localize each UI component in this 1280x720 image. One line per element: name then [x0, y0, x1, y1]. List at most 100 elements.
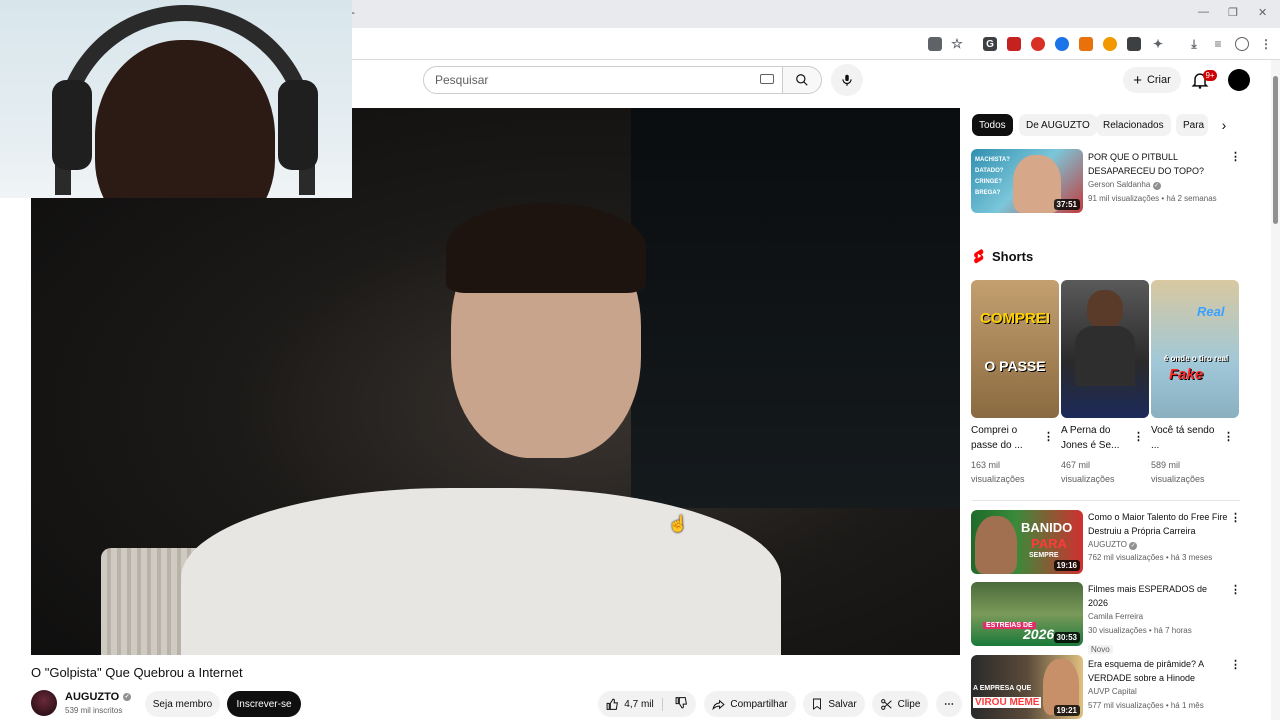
short-thumbnail[interactable]: Real é onde o tiro real Fake [1151, 280, 1239, 418]
profile-icon[interactable] [1235, 37, 1249, 51]
chip-for-you[interactable]: Para [1176, 114, 1208, 136]
extension-circle-icon[interactable] [1031, 37, 1045, 51]
share-icon [712, 699, 726, 710]
scissors-icon [880, 698, 892, 710]
thumb-person [1087, 290, 1123, 330]
headphone-cup-left [52, 80, 92, 170]
short-title[interactable]: Você tá sendo ... [1151, 423, 1221, 453]
channel-avatar[interactable] [31, 690, 57, 716]
extension-orange-icon[interactable] [1079, 37, 1093, 51]
short-title[interactable]: Comprei o passe do ... [971, 423, 1041, 453]
video-menu-icon[interactable]: ⋮ [1230, 583, 1241, 596]
chip-from-channel[interactable]: De AUGUZTO [1019, 114, 1097, 136]
video-background-window [631, 108, 960, 508]
thumb-text: PARA [1031, 536, 1067, 551]
section-divider [972, 500, 1240, 501]
video-duration: 37:51 [1053, 199, 1080, 210]
video-channel[interactable]: Camila Ferreira [1088, 610, 1228, 623]
save-label: Salvar [828, 698, 857, 710]
short-menu-icon[interactable]: ⋮ [1133, 430, 1144, 443]
webcam-overlay [0, 0, 352, 198]
more-actions-button[interactable]: ⋯ [936, 691, 962, 717]
mic-icon [842, 74, 852, 86]
video-channel[interactable]: AUGUZTO ✓ [1088, 538, 1228, 551]
short-thumbnail[interactable]: COMPREI O PASSE [971, 280, 1059, 418]
short-views: 589 mil visualizações [1151, 460, 1205, 484]
short-menu-icon[interactable]: ⋮ [1223, 430, 1234, 443]
video-thumbnail[interactable]: BANIDO PARA SEMPRE 19:16 [971, 510, 1083, 574]
thumb-text: MACHISTA? [975, 157, 1010, 163]
short-views: 467 mil visualizações [1061, 460, 1115, 484]
short-thumbnail[interactable] [1061, 280, 1149, 418]
thumbs-down-icon [675, 697, 687, 709]
video-duration: 30:53 [1053, 632, 1080, 643]
extension-frame-icon[interactable] [1127, 37, 1141, 51]
verified-icon: ✓ [1129, 542, 1138, 550]
video-title-link[interactable]: Era esquema de pirâmide? A VERDADE sobre… [1088, 657, 1228, 685]
extensions-puzzle-icon[interactable]: ✦ [1151, 37, 1165, 51]
extension-blue-icon[interactable] [1055, 37, 1069, 51]
share-button[interactable]: Compartilhar [704, 691, 796, 717]
keyboard-icon[interactable] [760, 74, 774, 84]
video-duration: 19:16 [1053, 560, 1080, 571]
channel-name-text: AUGUZTO [65, 691, 120, 703]
scrollbar-thumb[interactable] [1273, 76, 1278, 224]
extension-flower-icon[interactable] [1103, 37, 1117, 51]
thumb-text: é onde o tiro real [1163, 354, 1229, 363]
thumb-text: Real [1197, 304, 1225, 319]
channel-name-text: AUGUZTO [1088, 540, 1127, 549]
restore-button[interactable]: ❐ [1228, 6, 1238, 19]
subscribe-button[interactable]: Inscrever-se [227, 691, 301, 717]
video-channel[interactable]: AUVP Capital [1088, 685, 1228, 698]
chip-all[interactable]: Todos [972, 114, 1013, 136]
install-app-icon[interactable] [928, 37, 942, 51]
thumb-text: BREGA? [975, 190, 1001, 196]
video-channel[interactable]: Gerson Saldanha ✓ [1088, 178, 1228, 191]
channel-name[interactable]: AUGUZTO ✓ [65, 691, 132, 703]
thumb-person [975, 516, 1017, 574]
video-menu-icon[interactable]: ⋮ [1230, 150, 1241, 163]
video-meta: 30 visualizações • há 7 horas [1088, 626, 1192, 635]
extension-red-icon[interactable] [1007, 37, 1021, 51]
video-person-hair [446, 203, 646, 293]
video-thumbnail[interactable]: MACHISTA? DATADO? CRINGE? BREGA? 37:51 [971, 149, 1083, 213]
video-menu-icon[interactable]: ⋮ [1230, 511, 1241, 524]
short-title[interactable]: A Perna do Jones é Se... [1061, 423, 1131, 453]
short-views: 163 mil visualizações [971, 460, 1025, 484]
video-title-link[interactable]: Como o Maior Talento do Free Fire Destru… [1088, 510, 1228, 538]
subscriber-count: 539 mil inscritos [65, 706, 123, 715]
more-horizontal-icon: ⋯ [944, 698, 954, 710]
like-button[interactable]: 4,7 mil [606, 697, 663, 711]
thumb-text: DATADO? [975, 168, 1004, 174]
thumb-person-body [1075, 326, 1135, 386]
thumb-text: Fake [1169, 366, 1204, 383]
dislike-button[interactable] [668, 696, 688, 712]
video-thumbnail[interactable]: ESTREIAS DE 2026 30:53 [971, 582, 1083, 646]
extension-g-icon[interactable]: G [983, 37, 997, 51]
browser-menu-icon[interactable]: ⋮ [1259, 37, 1273, 51]
search-input[interactable]: Pesquisar [423, 66, 783, 94]
reading-list-icon[interactable]: ≡ [1211, 37, 1225, 51]
video-title-link[interactable]: POR QUE O PITBULL DESAPARECEU DO TOPO? [1088, 150, 1228, 178]
bookmark-star-icon[interactable]: ☆ [950, 36, 964, 51]
join-button[interactable]: Seja membro [145, 691, 220, 717]
close-window-button[interactable]: ✕ [1258, 6, 1267, 19]
like-dislike-group: 4,7 mil [598, 691, 696, 717]
chip-related[interactable]: Relacionados [1096, 114, 1171, 136]
save-button[interactable]: Salvar [803, 691, 865, 717]
chevron-right-icon[interactable]: › [1213, 114, 1235, 136]
new-badge: Novo [1088, 639, 1113, 657]
voice-search-button[interactable] [831, 64, 863, 96]
video-title-link[interactable]: Filmes mais ESPERADOS de 2026 [1088, 582, 1228, 610]
download-icon[interactable]: ⤓ [1187, 37, 1201, 51]
user-avatar[interactable] [1228, 69, 1250, 91]
video-thumbnail[interactable]: A EMPRESA QUE VIROU MEME 19:21 [971, 655, 1083, 719]
video-duration: 19:21 [1053, 705, 1080, 716]
search-button[interactable] [782, 66, 822, 94]
create-button[interactable]: + Criar [1123, 67, 1181, 93]
minimize-button[interactable]: — [1198, 6, 1209, 18]
clip-button[interactable]: Clipe [872, 691, 928, 717]
short-menu-icon[interactable]: ⋮ [1043, 430, 1054, 443]
video-menu-icon[interactable]: ⋮ [1230, 658, 1241, 671]
headphone-cup-right [278, 80, 318, 170]
